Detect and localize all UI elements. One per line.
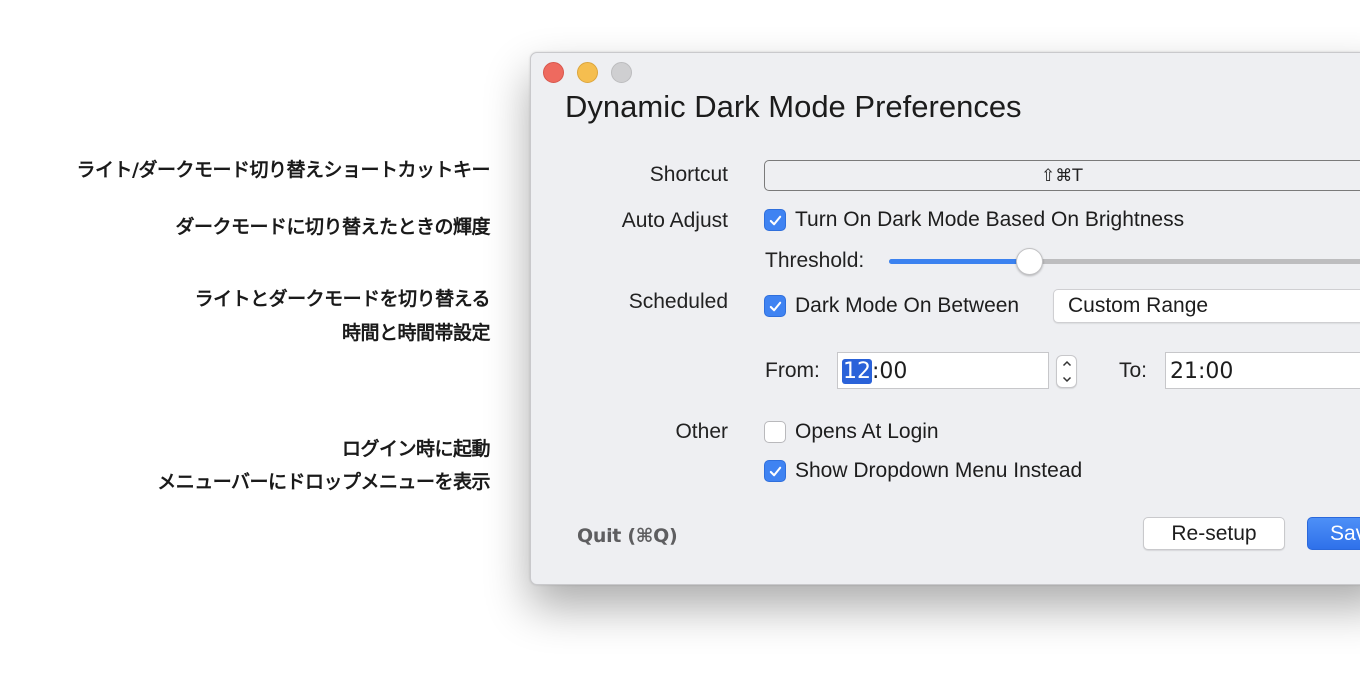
resetup-button[interactable]: Re-setup	[1143, 517, 1285, 550]
preferences-window: Dynamic Dark Mode Preferences Shortcut ⇧…	[530, 52, 1360, 585]
shortcut-value: ⇧⌘T	[1041, 166, 1083, 186]
brightness-checkbox[interactable]	[764, 209, 786, 231]
opens-at-login-checkbox[interactable]	[764, 421, 786, 443]
from-label: From:	[765, 359, 820, 382]
shortcut-recorder[interactable]: ⇧⌘T	[764, 160, 1360, 191]
save-button[interactable]: Save	[1307, 517, 1360, 550]
other-label: Other	[675, 420, 728, 443]
to-label: To:	[1119, 359, 1148, 382]
threshold-slider-fill	[889, 259, 1030, 264]
checkmark-icon	[769, 466, 781, 476]
to-time-value: 21:00	[1170, 359, 1234, 384]
schedule-checkbox-row[interactable]: Dark Mode On Between	[764, 294, 1019, 318]
chevron-up-icon	[1062, 361, 1071, 367]
schedule-range-select[interactable]: Custom Range	[1053, 289, 1360, 323]
schedule-checkbox-label: Dark Mode On Between	[795, 294, 1020, 317]
from-time-value: 12:00	[842, 359, 907, 384]
stepper-down-button[interactable]	[1057, 372, 1076, 388]
annotation-shortcut: ライト/ダークモード切り替えショートカットキー	[76, 159, 491, 181]
checkmark-icon	[769, 215, 781, 225]
schedule-range-value: Custom Range	[1068, 294, 1209, 317]
window-title: Dynamic Dark Mode Preferences	[565, 89, 1022, 124]
auto-adjust-label: Auto Adjust	[621, 209, 728, 232]
opens-at-login-label: Opens At Login	[795, 420, 939, 443]
to-time-field[interactable]: 21:00	[1165, 352, 1360, 389]
chevron-down-icon	[1062, 376, 1071, 382]
from-minute-segment[interactable]: :00	[872, 359, 907, 384]
from-time-field[interactable]: 12:00	[837, 352, 1049, 389]
checkmark-icon	[769, 301, 781, 311]
dropdown-menu-checkbox[interactable]	[764, 460, 786, 482]
close-window-button[interactable]	[543, 62, 564, 83]
stepper-up-button[interactable]	[1057, 356, 1076, 372]
annotation-brightness: ダークモードに切り替えたときの輝度	[175, 216, 490, 238]
dropdown-menu-label: Show Dropdown Menu Instead	[795, 459, 1083, 482]
login-checkbox-row[interactable]: Opens At Login	[764, 420, 939, 444]
shortcut-label: Shortcut	[649, 163, 728, 186]
annotation-switch-time-1: ライトとダークモードを切り替える	[194, 288, 491, 310]
schedule-checkbox[interactable]	[764, 295, 786, 317]
minimize-window-button[interactable]	[577, 62, 598, 83]
dropdown-checkbox-row[interactable]: Show Dropdown Menu Instead	[764, 459, 1082, 483]
threshold-label: Threshold:	[765, 249, 865, 272]
brightness-checkbox-row[interactable]: Turn On Dark Mode Based On Brightness	[764, 208, 1184, 232]
annotation-login: ログイン時に起動	[341, 438, 491, 460]
from-hour-segment[interactable]: 12	[842, 359, 872, 384]
from-time-stepper[interactable]	[1056, 355, 1077, 388]
zoom-window-button[interactable]	[611, 62, 632, 83]
threshold-slider[interactable]	[889, 248, 1360, 275]
annotation-switch-time-2: 時間と時間帯設定	[341, 322, 491, 344]
scheduled-label: Scheduled	[628, 290, 728, 313]
annotation-dropdown-menu: メニューバーにドロップメニューを表示	[157, 471, 490, 493]
quit-button[interactable]: Quit (⌘Q)	[577, 525, 678, 547]
brightness-checkbox-label: Turn On Dark Mode Based On Brightness	[795, 208, 1185, 231]
threshold-slider-thumb[interactable]	[1016, 248, 1044, 275]
